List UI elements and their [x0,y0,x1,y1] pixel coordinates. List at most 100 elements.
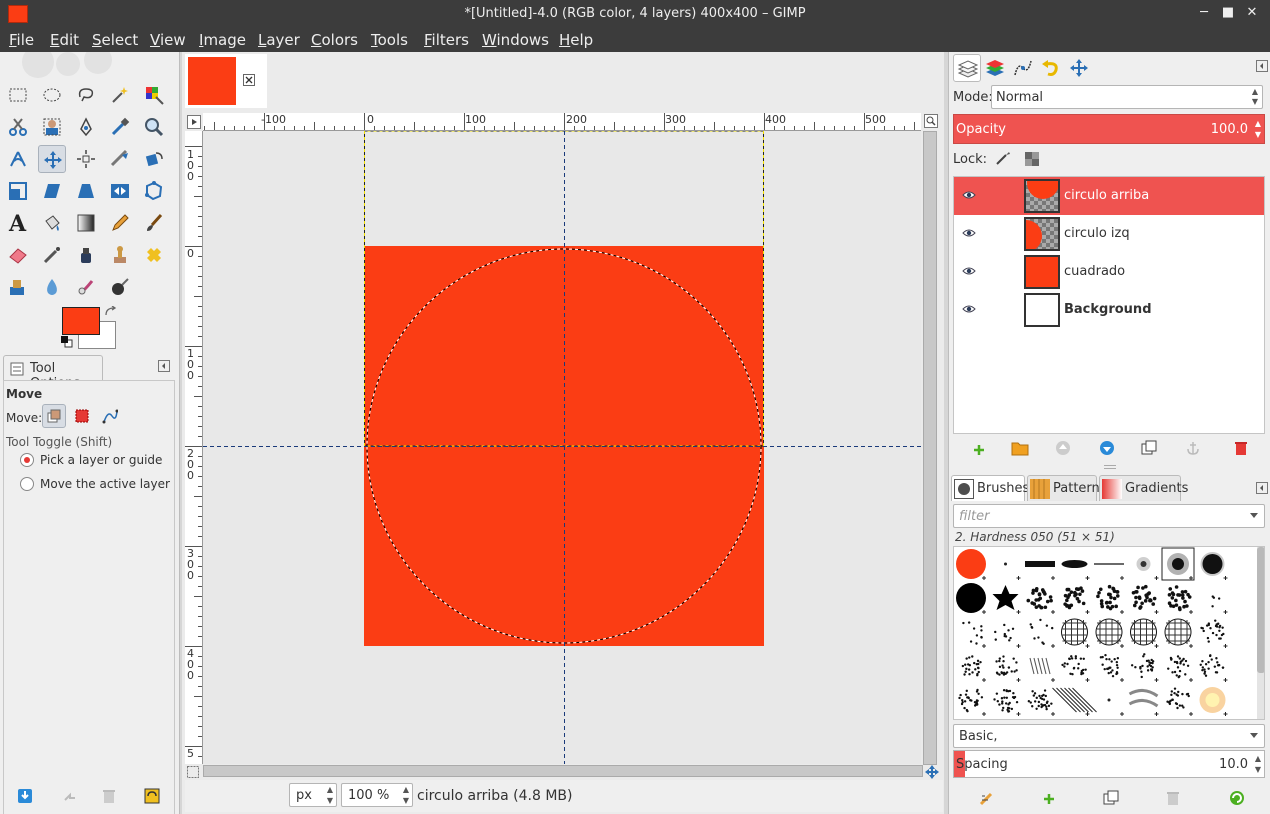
fuzzy-select-tool-icon[interactable] [106,81,134,109]
ellipse-select-tool-icon[interactable] [38,81,66,109]
rect-select-tool-icon[interactable] [4,81,32,109]
vertical-scrollbar[interactable] [923,114,938,765]
menu-colors[interactable]: Colors [311,31,358,49]
select-by-color-tool-icon[interactable] [140,81,168,109]
radio-move-active-layer[interactable] [20,477,34,491]
tab-undo-history[interactable] [1037,54,1065,82]
text-tool-icon[interactable]: A [4,209,32,237]
delete-brush-icon[interactable] [1165,790,1181,806]
smudge-tool-icon[interactable] [72,273,100,301]
swap-colors-icon[interactable] [104,306,118,318]
image-tab[interactable] [185,54,267,108]
brush-filter-input[interactable]: filter [953,504,1265,528]
move-selection-mode-button[interactable] [70,404,94,428]
brush-grid-scrollbar[interactable] [1257,547,1264,719]
move-layer-mode-button[interactable] [42,404,66,428]
restore-options-icon[interactable] [62,790,78,804]
radio-pick-layer-label[interactable]: Pick a layer or guide [40,453,162,467]
brush-grid[interactable] [953,546,1265,720]
shear-tool-icon[interactable] [38,177,66,205]
menu-windows[interactable]: Windows [482,31,549,49]
free-select-tool-icon[interactable] [72,81,100,109]
mode-select[interactable]: Normal ▲ ▼ [991,85,1263,109]
visibility-eye-icon[interactable] [962,190,976,200]
visibility-eye-icon[interactable] [962,228,976,238]
menu-image[interactable]: Image [199,31,246,49]
menu-view[interactable]: View [150,31,186,49]
visibility-eye-icon[interactable] [962,266,976,276]
tab-paths[interactable] [1009,54,1037,82]
dock-separator-handle[interactable] [1104,465,1116,469]
eraser-tool-icon[interactable] [4,241,32,269]
refresh-brushes-icon[interactable] [1229,790,1245,806]
ink-tool-icon[interactable] [72,241,100,269]
rotate-tool-icon[interactable] [140,145,168,173]
align-tool-icon[interactable] [72,145,100,173]
dock-menu-icon[interactable] [1256,60,1268,72]
quick-mask-toggle-icon[interactable] [187,766,199,778]
scissors-tool-icon[interactable] [4,113,32,141]
close-image-icon[interactable] [243,74,255,86]
lock-alpha-icon[interactable] [1025,152,1039,166]
new-layer-icon[interactable] [973,444,985,456]
panel-menu-icon[interactable] [158,360,170,372]
radio-move-active-layer-label[interactable]: Move the active layer [40,477,170,491]
layer-row-background[interactable]: Background [954,291,1264,329]
quick-mask-menu-icon[interactable] [187,115,201,129]
zoom-tool-icon[interactable] [140,113,168,141]
chevron-down-icon[interactable] [1249,512,1259,520]
spacing-slider[interactable]: Spacing 10.0 ▲ ▼ [953,750,1265,778]
close-icon[interactable]: ✕ [1244,5,1260,21]
visibility-eye-icon[interactable] [962,304,976,314]
paths-tool-icon[interactable] [72,113,100,141]
dodge-burn-tool-icon[interactable] [106,273,134,301]
move-path-mode-button[interactable] [98,404,122,428]
unit-selector[interactable]: px ▲ ▼ [289,783,337,807]
brush-tags-input[interactable]: Basic, [953,724,1265,748]
save-options-icon[interactable] [17,788,33,804]
perspective-tool-icon[interactable] [72,177,100,205]
maximize-icon[interactable]: ■ [1220,5,1236,21]
menu-help[interactable]: Help [559,31,593,49]
bucket-fill-tool-icon[interactable] [38,209,66,237]
edit-brush-icon[interactable] [979,790,995,806]
duplicate-brush-icon[interactable] [1103,790,1119,806]
measure-tool-icon[interactable] [4,145,32,173]
blur-tool-icon[interactable] [38,273,66,301]
color-picker-tool-icon[interactable] [106,113,134,141]
tab-patterns[interactable]: Patterns [1027,475,1107,501]
scale-tool-icon[interactable] [4,177,32,205]
tab-brushes[interactable]: Brushes [951,475,1029,501]
delete-layer-icon[interactable] [1233,440,1249,456]
flip-tool-icon[interactable] [106,177,134,205]
lower-layer-icon[interactable] [1099,440,1115,456]
image-canvas[interactable] [203,131,921,764]
foreground-select-tool-icon[interactable] [38,113,66,141]
tab-tool-options[interactable]: Tool Options [3,355,103,391]
default-colors-icon[interactable] [61,336,73,348]
brushes-menu-icon[interactable] [1256,482,1268,494]
zoom-fit-icon[interactable] [924,114,938,128]
menu-select[interactable]: Select [92,31,138,49]
layer-row-circulo-arriba[interactable]: circulo arriba [954,177,1264,215]
foreground-color-swatch[interactable] [62,307,100,335]
menu-layer[interactable]: Layer [258,31,300,49]
radio-pick-layer[interactable] [20,453,34,467]
navigate-icon[interactable] [925,765,939,779]
layer-row-cuadrado[interactable]: cuadrado [954,253,1264,291]
menu-edit[interactable]: Edit [50,31,79,49]
tab-channels[interactable] [981,54,1009,82]
heal-tool-icon[interactable] [140,241,168,269]
zoom-selector[interactable]: 100 % ▲ ▼ [341,783,413,807]
new-layer-group-icon[interactable] [1011,440,1029,456]
airbrush-tool-icon[interactable] [38,241,66,269]
tab-pointer[interactable] [1065,54,1093,82]
cage-transform-tool-icon[interactable] [140,177,168,205]
reset-options-icon[interactable] [144,788,160,804]
raise-layer-icon[interactable] [1055,440,1071,456]
layer-row-circulo-izq[interactable]: circulo izq [954,215,1264,253]
paintbrush-tool-icon[interactable] [140,209,168,237]
opacity-slider[interactable]: Opacity 100.0 ▲ ▼ [953,114,1265,144]
new-brush-icon[interactable] [1043,793,1055,805]
horizontal-scrollbar[interactable] [203,765,923,777]
